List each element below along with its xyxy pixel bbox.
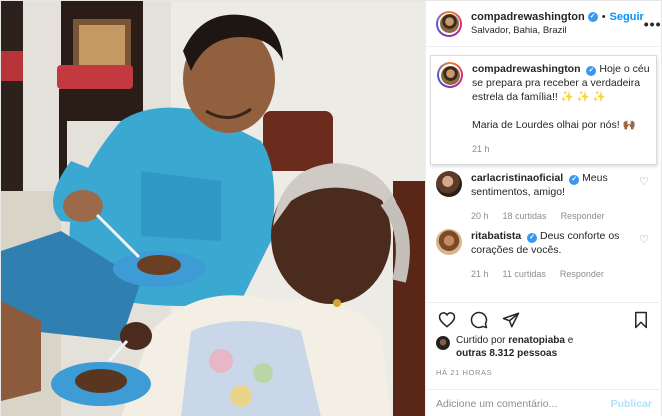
instagram-post: compadrewashington ✓ • Seguir Salvador, … (0, 0, 662, 416)
bookmark-icon[interactable] (630, 309, 652, 331)
reply-button[interactable]: Responder (560, 267, 604, 281)
commenter-avatar[interactable] (436, 229, 462, 255)
author-avatar[interactable] (436, 10, 462, 37)
author-info: compadrewashington ✓ • Seguir Salvador, … (471, 10, 644, 38)
verified-badge-icon: ✓ (527, 233, 538, 243)
comment-heart-icon[interactable]: ♡ (639, 175, 651, 223)
comment-likes[interactable]: 11 curtidas (503, 267, 546, 281)
comment-heart-icon[interactable]: ♡ (639, 233, 651, 281)
verified-badge-icon: ✓ (569, 175, 580, 185)
verified-badge-icon: ✓ (587, 11, 598, 22)
comment-username[interactable]: ritabatista (471, 230, 521, 242)
post-image (1, 1, 425, 416)
likes-others[interactable]: outras 8.312 pessoas (456, 348, 557, 359)
action-bar (426, 302, 662, 336)
comment-time[interactable]: 20 h (471, 209, 489, 223)
caption-text-line2: Maria de Lourdes olhai por nós! 🙌🏾 (472, 119, 636, 131)
post-caption: compadrewashington ✓ Hoje o céu se prepa… (430, 55, 657, 165)
comment-item: ritabatista ✓ Deus conforte os corações … (426, 223, 661, 281)
caption-time[interactable]: 21 h (472, 142, 490, 156)
reply-button[interactable]: Responder (561, 209, 605, 223)
likes-summary: Curtido por renatopiaba e outras 8.312 p… (436, 334, 656, 360)
comment-item: carlacristinaoficial ✓ Meus sentimentos,… (426, 165, 661, 223)
post-photo[interactable] (1, 1, 425, 416)
liker-avatar[interactable] (436, 336, 450, 350)
commenter-avatar[interactable] (436, 171, 462, 197)
caption-username[interactable]: compadrewashington (472, 63, 581, 75)
share-icon[interactable] (500, 309, 522, 331)
caption-avatar[interactable] (437, 62, 463, 88)
heart-icon[interactable] (436, 309, 458, 331)
comment-time[interactable]: 21 h (471, 267, 489, 281)
likes-conjunction: e (567, 335, 574, 346)
add-comment-bar: Publicar (426, 389, 662, 416)
liker-username[interactable]: renatopiaba (508, 335, 565, 346)
post-location[interactable]: Salvador, Bahia, Brazil (471, 24, 644, 38)
verified-badge-icon: ✓ (586, 66, 597, 76)
separator-dot: • (601, 10, 606, 23)
follow-button[interactable]: Seguir (610, 10, 644, 24)
post-timestamp[interactable]: HÁ 21 HORAS (436, 368, 492, 377)
likes-prefix: Curtido por (456, 335, 506, 346)
publish-button[interactable]: Publicar (611, 398, 652, 410)
post-header: compadrewashington ✓ • Seguir Salvador, … (426, 1, 661, 47)
comments-list[interactable]: compadrewashington ✓ Hoje o céu se prepa… (426, 47, 661, 302)
comment-likes[interactable]: 18 curtidas (503, 209, 547, 223)
comment-input[interactable] (436, 397, 611, 410)
more-options-icon[interactable]: ••• (644, 16, 662, 32)
author-username[interactable]: compadrewashington (471, 10, 585, 24)
comment-icon[interactable] (468, 309, 490, 331)
post-side-panel: compadrewashington ✓ • Seguir Salvador, … (425, 1, 662, 416)
comment-username[interactable]: carlacristinaoficial (471, 172, 563, 184)
